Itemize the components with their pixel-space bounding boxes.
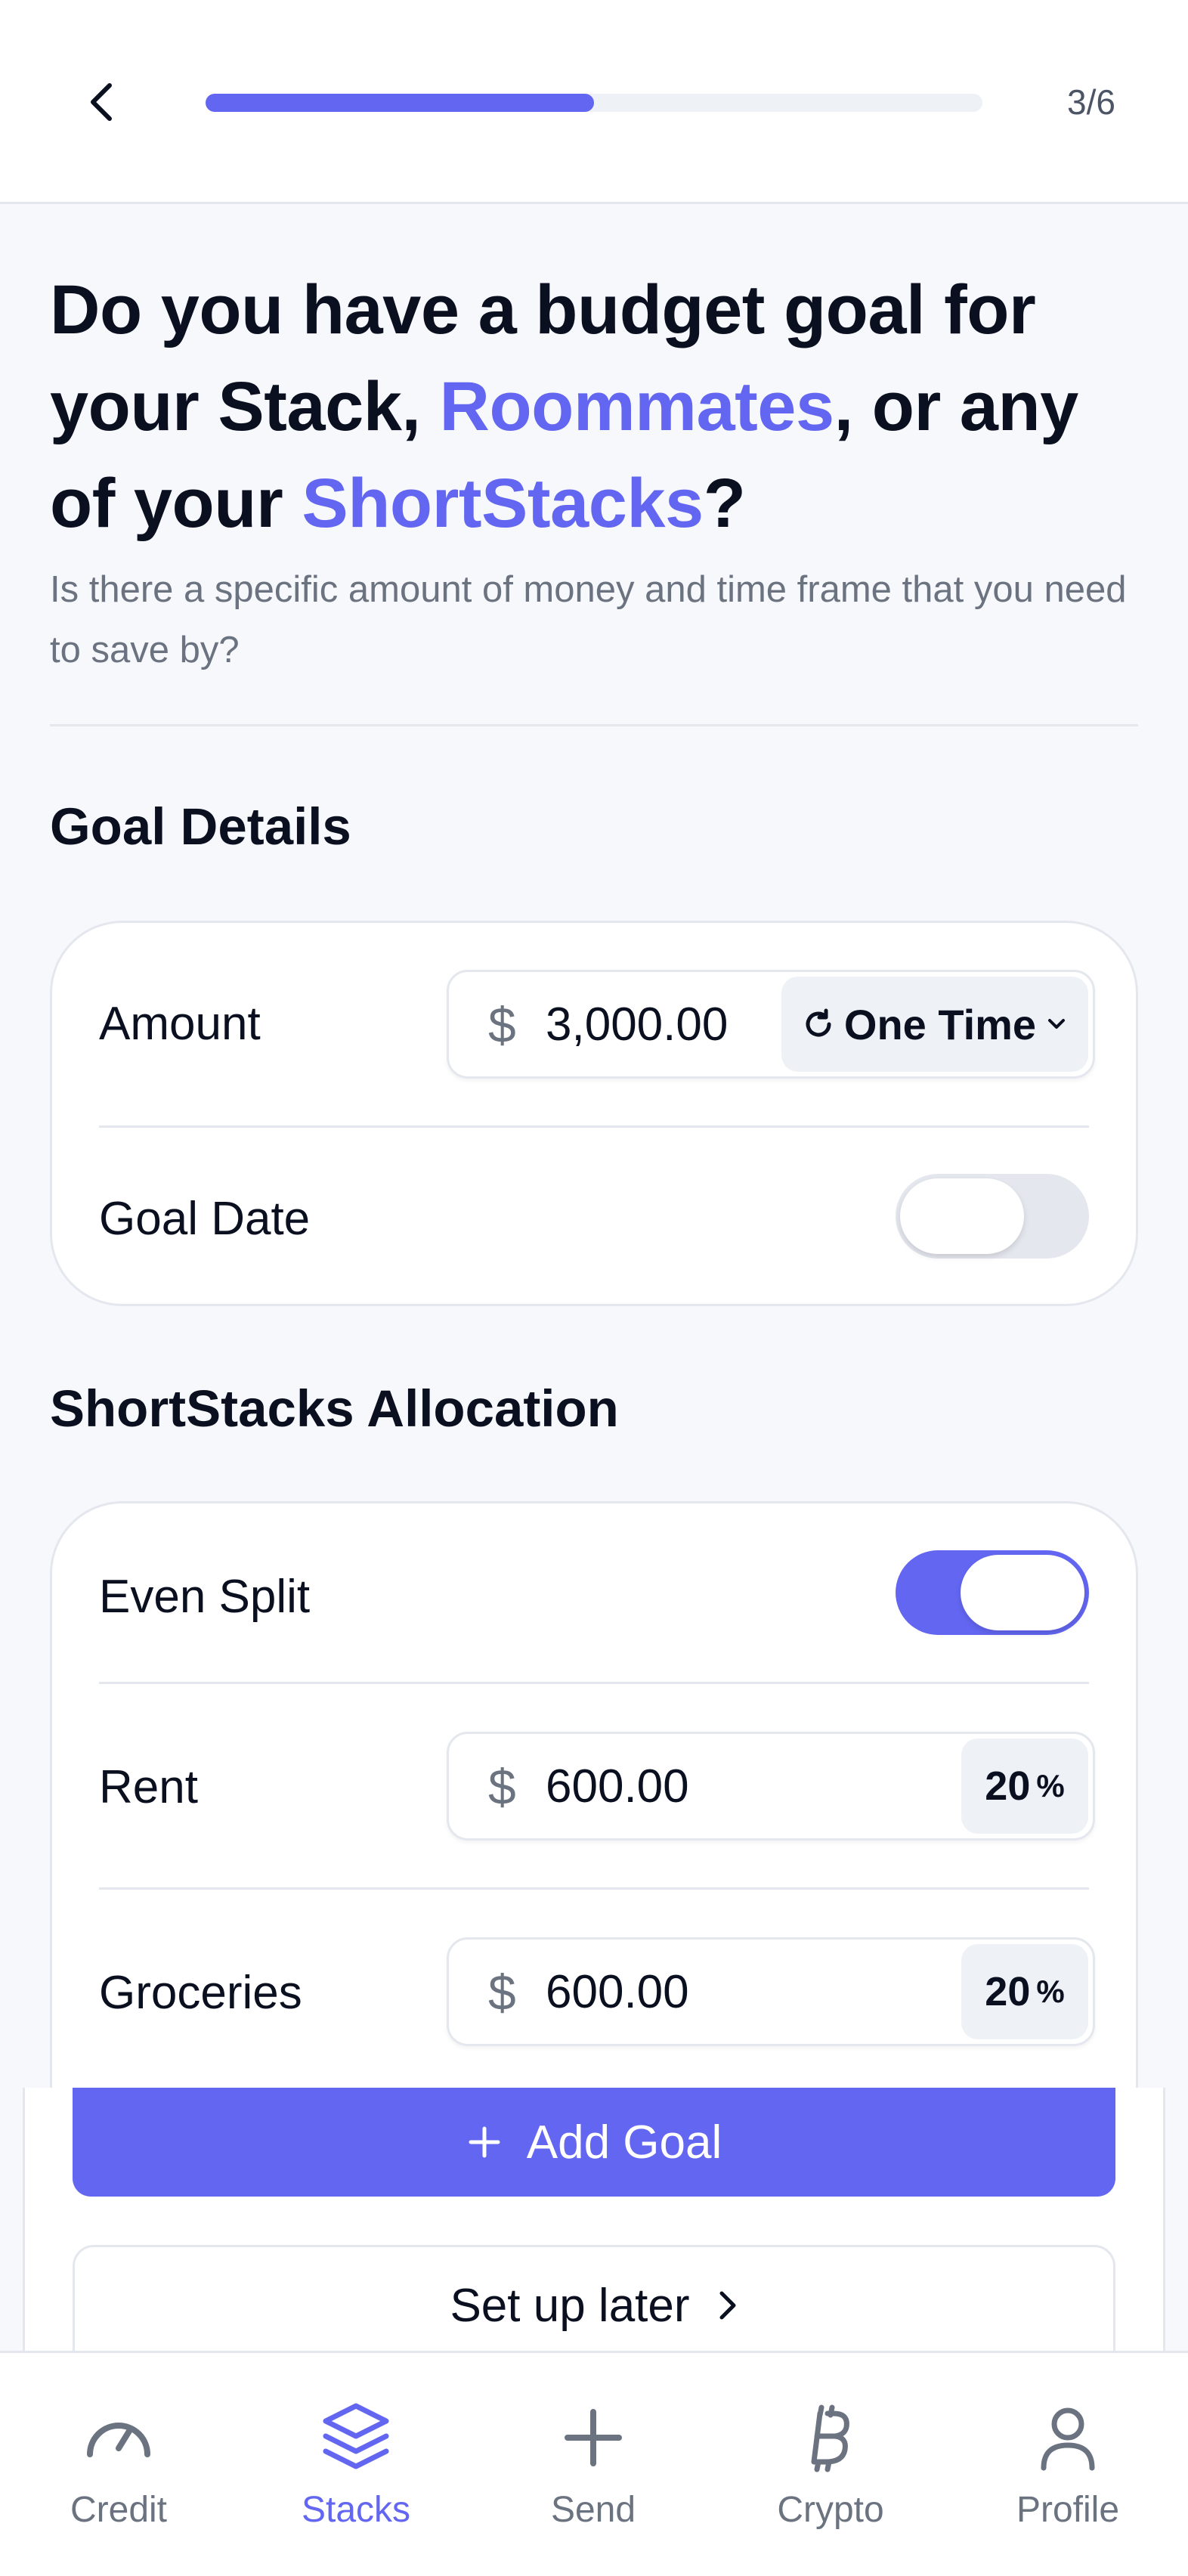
tab-profile[interactable]: Profile <box>949 2353 1186 2576</box>
groceries-percent-value: 20 <box>985 1969 1031 2014</box>
tab-send[interactable]: Send <box>475 2353 712 2576</box>
add-goal-button[interactable]: Add Goal <box>73 2088 1115 2197</box>
even-split-label: Even Split <box>99 1571 311 1623</box>
percent-sign: % <box>1036 1974 1065 2009</box>
tab-credit[interactable]: Credit <box>0 2353 237 2576</box>
goal-date-label: Goal Date <box>99 1193 311 1245</box>
title-highlight-stack-name: Roommates <box>439 368 835 445</box>
title-text-3: ? <box>703 465 746 542</box>
even-split-toggle[interactable] <box>896 1550 1089 1635</box>
amount-input[interactable]: $ 3,000.00 One Time <box>447 970 1095 1079</box>
tab-crypto[interactable]: Crypto <box>712 2353 949 2576</box>
percent-sign: % <box>1036 1768 1065 1804</box>
rent-amount-value: 600.00 <box>546 1760 689 1813</box>
goal-details-card: Amount $ 3,000.00 One Time Goal Date <box>50 921 1138 1306</box>
frequency-value: One Time <box>843 1000 1037 1048</box>
user-icon <box>1041 2407 1095 2471</box>
row-separator <box>99 1682 1089 1684</box>
frequency-dropdown[interactable]: One Time <box>781 977 1088 1072</box>
step-counter: 3/6 <box>1067 82 1115 122</box>
gauge-icon <box>87 2423 150 2457</box>
chevron-left-icon <box>91 83 112 121</box>
row-separator <box>99 1887 1089 1890</box>
chevron-right-icon <box>719 2291 736 2320</box>
amount-value: 3,000.00 <box>546 999 729 1051</box>
groceries-amount-input[interactable]: $ 600.00 20 % <box>447 1937 1095 2046</box>
plus-icon <box>469 2126 500 2158</box>
goal-details-title: Goal Details <box>50 797 351 856</box>
goal-date-toggle[interactable] <box>896 1174 1089 1259</box>
rent-percent-badge[interactable]: 20 % <box>961 1738 1088 1834</box>
page-title: Do you have a budget goal for your Stack… <box>50 262 1153 552</box>
progress-bar-fill <box>206 94 594 112</box>
bitcoin-icon <box>811 2404 849 2472</box>
rent-amount-input[interactable]: $ 600.00 20 % <box>447 1732 1095 1841</box>
plus-icon <box>565 2409 622 2466</box>
amount-label: Amount <box>99 998 261 1050</box>
toggle-knob <box>961 1555 1084 1630</box>
currency-symbol: $ <box>488 1759 516 1815</box>
allocation-title: ShortStacks Allocation <box>50 1379 619 1438</box>
tab-label: Send <box>550 2490 636 2530</box>
layers-icon <box>323 2403 389 2469</box>
currency-symbol: $ <box>488 997 516 1053</box>
groceries-percent-badge[interactable]: 20 % <box>961 1944 1088 2039</box>
back-button[interactable] <box>76 72 128 132</box>
progress-bar <box>206 94 982 112</box>
rent-percent-value: 20 <box>985 1763 1031 1809</box>
top-bar: 3/6 <box>0 0 1188 204</box>
tab-label: Profile <box>1016 2490 1120 2530</box>
currency-symbol: $ <box>488 1965 516 2020</box>
tab-label: Credit <box>70 2490 168 2530</box>
chevron-down-icon <box>1048 1019 1066 1029</box>
groceries-amount-value: 600.00 <box>546 1966 689 2018</box>
tab-bar: Credit Stacks Send Crypto Profile <box>0 2351 1188 2576</box>
allocation-label-groceries: Groceries <box>99 1967 302 2019</box>
refresh-icon <box>806 1008 831 1037</box>
allocation-label-rent: Rent <box>99 1761 198 1813</box>
setup-later-button[interactable]: Set up later <box>73 2245 1115 2366</box>
page-subtitle: Is there a specific amount of money and … <box>50 569 1127 670</box>
toggle-knob <box>900 1178 1024 1254</box>
title-highlight-shortstacks: ShortStacks <box>302 465 704 542</box>
setup-later-label: Set up later <box>450 2279 690 2332</box>
tab-stacks[interactable]: Stacks <box>237 2353 475 2576</box>
add-goal-label: Add Goal <box>526 2116 722 2169</box>
divider <box>50 724 1138 726</box>
tab-label: Stacks <box>301 2490 411 2530</box>
tab-label: Crypto <box>777 2490 884 2530</box>
row-separator <box>99 1125 1089 1128</box>
